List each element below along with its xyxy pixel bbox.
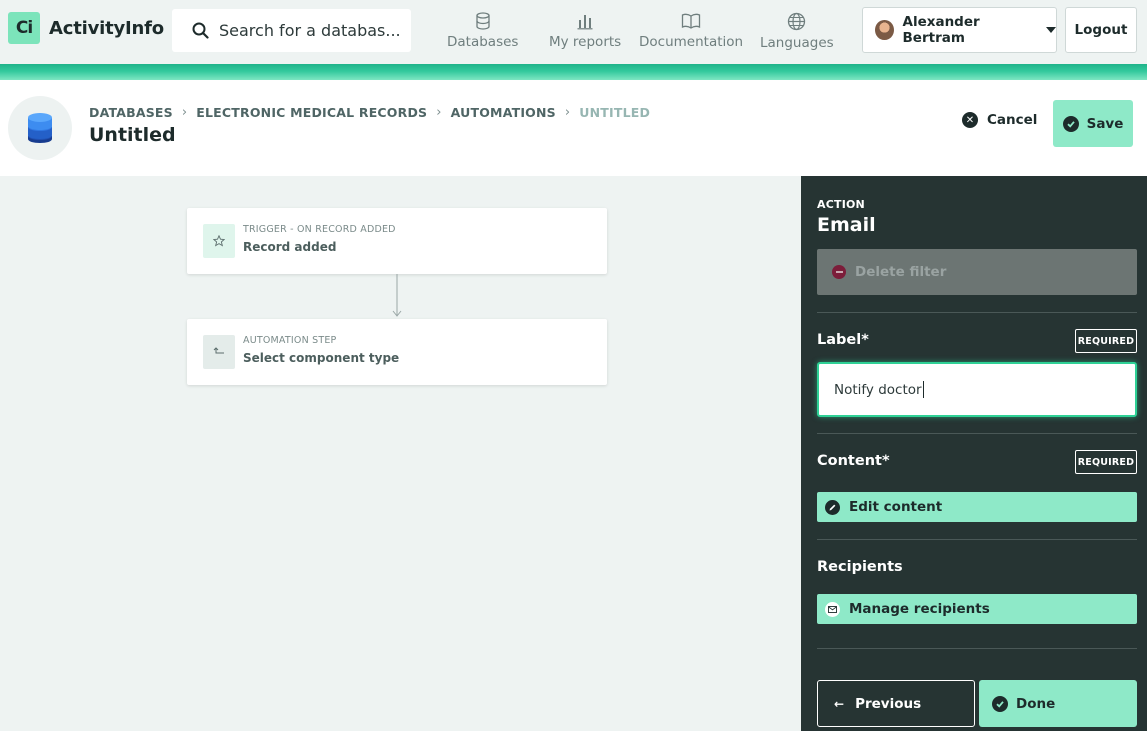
app-name: ActivityInfo <box>49 17 164 39</box>
chevron-right-icon: › <box>181 105 188 120</box>
previous-label: Previous <box>855 695 922 712</box>
breadcrumb: DATABASES › ELECTRONIC MEDICAL RECORDS ›… <box>89 105 650 120</box>
search-placeholder: Search for a databas... <box>219 21 401 40</box>
check-icon <box>992 695 1008 712</box>
nav-label: Databases <box>447 34 519 50</box>
manage-recipients-label: Manage recipients <box>849 601 990 617</box>
chevron-down-icon <box>1046 27 1056 33</box>
mail-icon <box>825 601 840 617</box>
cancel-button[interactable]: ✕ Cancel <box>962 112 1037 128</box>
arrow-left-icon: ← <box>834 696 845 711</box>
minus-circle-icon <box>832 265 846 279</box>
database-icon <box>476 12 490 30</box>
trigger-node[interactable]: TRIGGER - ON RECORD ADDED Record added <box>187 208 607 274</box>
done-label: Done <box>1016 695 1056 712</box>
save-button[interactable]: Save <box>1053 100 1133 147</box>
book-icon <box>681 13 701 29</box>
globe-icon <box>788 12 806 31</box>
nav-label: My reports <box>549 34 622 50</box>
nav-label: Documentation <box>639 34 744 50</box>
automation-step-node[interactable]: AUTOMATION STEP Select component type <box>187 319 607 385</box>
app-logo[interactable]: Ci ActivityInfo <box>8 12 164 44</box>
search-icon <box>192 22 209 39</box>
chevron-right-icon: › <box>436 105 442 120</box>
breadcrumb-databases[interactable]: DATABASES <box>89 105 173 120</box>
nav-documentation[interactable]: Documentation <box>639 12 743 50</box>
step-title: Select component type <box>243 351 400 365</box>
logout-button[interactable]: Logout <box>1065 7 1137 53</box>
flow-connector-arrow <box>392 274 402 317</box>
label-field-label: Label* <box>817 332 869 348</box>
divider <box>817 648 1137 649</box>
top-navigation-bar: Ci ActivityInfo Search for a databas... … <box>0 0 1147 64</box>
edit-content-button[interactable]: Edit content <box>817 492 1137 522</box>
page-title: Untitled <box>89 124 176 146</box>
database-badge <box>8 96 72 160</box>
save-label: Save <box>1086 115 1124 132</box>
brand-strip <box>0 64 1147 80</box>
chevron-right-icon: › <box>564 105 571 120</box>
text-cursor <box>922 381 924 398</box>
content-field-label: Content* <box>817 453 890 469</box>
content-required-badge: REQUIRED <box>1075 450 1137 474</box>
close-icon: ✕ <box>962 112 978 128</box>
user-name: Alexander Bertram <box>902 14 980 46</box>
label-required-badge: REQUIRED <box>1075 329 1137 353</box>
step-icon <box>203 335 235 369</box>
manage-recipients-button[interactable]: Manage recipients <box>817 594 1137 624</box>
divider <box>817 312 1137 313</box>
divider <box>817 539 1137 540</box>
nav-my-reports[interactable]: My reports <box>549 12 621 50</box>
avatar <box>875 20 894 40</box>
breadcrumb-current: UNTITLED <box>579 105 651 120</box>
previous-button[interactable]: ← Previous <box>817 680 975 727</box>
panel-title: Email <box>817 214 876 236</box>
bar-chart-icon <box>577 15 593 30</box>
database-icon <box>28 113 52 143</box>
trigger-kicker: TRIGGER - ON RECORD ADDED <box>243 224 396 235</box>
search-input[interactable]: Search for a databas... <box>172 9 411 52</box>
user-menu-button[interactable]: Alexander Bertram <box>862 7 1057 53</box>
breadcrumb-automations[interactable]: AUTOMATIONS <box>451 105 556 120</box>
label-input-value: Notify doctor <box>834 381 922 398</box>
delete-filter-button[interactable]: Delete filter <box>817 249 1137 295</box>
check-icon <box>1062 115 1079 132</box>
nav-label: Languages <box>760 35 834 51</box>
pencil-icon <box>825 499 840 515</box>
star-icon <box>203 224 235 258</box>
breadcrumb-database[interactable]: ELECTRONIC MEDICAL RECORDS <box>196 105 427 120</box>
done-button[interactable]: Done <box>979 680 1137 727</box>
edit-content-label: Edit content <box>849 499 943 515</box>
cancel-label: Cancel <box>987 112 1038 128</box>
page-header: DATABASES › ELECTRONIC MEDICAL RECORDS ›… <box>0 80 1147 176</box>
logo-mark-icon: Ci <box>8 12 40 44</box>
step-kicker: AUTOMATION STEP <box>243 335 337 346</box>
panel-kicker: ACTION <box>817 198 865 211</box>
trigger-title: Record added <box>243 240 337 254</box>
recipients-label: Recipients <box>817 559 903 575</box>
delete-filter-label: Delete filter <box>855 264 947 280</box>
label-input[interactable]: Notify doctor <box>817 362 1137 417</box>
nav-databases[interactable]: Databases <box>447 12 518 50</box>
divider <box>817 433 1137 434</box>
nav-languages[interactable]: Languages <box>760 12 834 51</box>
